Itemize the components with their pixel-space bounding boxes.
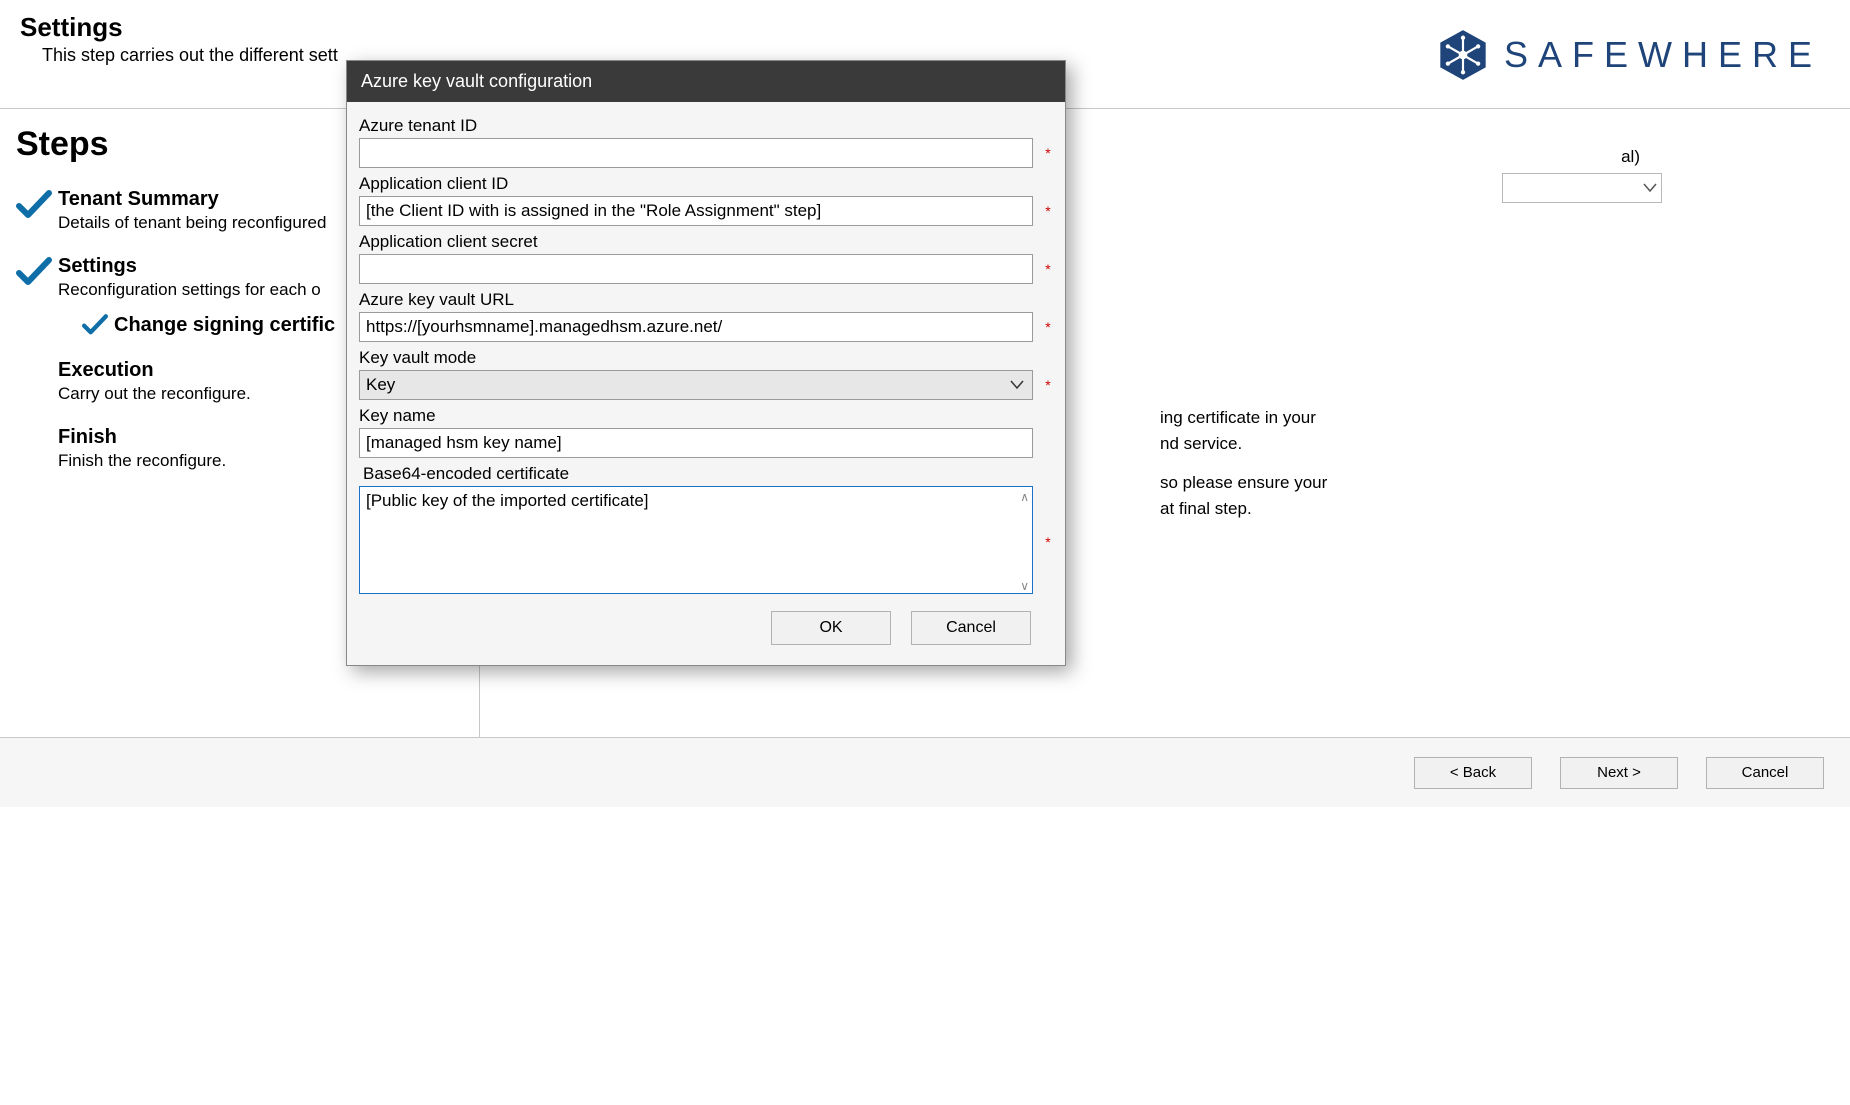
input-vault-url[interactable] [359, 312, 1033, 342]
label-vault-mode: Key vault mode [359, 348, 1053, 368]
required-icon: * [1043, 145, 1053, 161]
info-text: ing certificate in your nd service. so pl… [1160, 405, 1822, 535]
safewhere-icon [1436, 28, 1490, 82]
checkmark-icon [16, 257, 52, 290]
chevron-down-icon [1010, 378, 1024, 393]
scroll-up-icon[interactable]: ∧ [1020, 490, 1029, 504]
select-vault-mode-value: Key [366, 375, 395, 395]
input-client-id[interactable] [359, 196, 1033, 226]
cancel-button[interactable]: Cancel [1706, 757, 1824, 789]
label-vault-url: Azure key vault URL [359, 290, 1053, 310]
required-icon: * [1043, 261, 1053, 277]
field-label-fragment: al) [1621, 147, 1640, 167]
info-fragment: ing certificate in your [1160, 408, 1316, 427]
next-button[interactable]: Next > [1560, 757, 1678, 789]
checkmark-icon [82, 314, 108, 339]
info-fragment: at final step. [1160, 499, 1252, 518]
label-client-id: Application client ID [359, 174, 1053, 194]
dialog-cancel-button[interactable]: Cancel [911, 611, 1031, 645]
dialog-body: Azure tenant ID * Application client ID … [347, 102, 1065, 665]
brand-logo: SAFEWHERE [1436, 28, 1822, 82]
info-fragment: so please ensure your [1160, 473, 1327, 492]
required-icon: * [1043, 534, 1053, 550]
scroll-down-icon[interactable]: ∨ [1020, 579, 1029, 593]
label-b64-cert: Base64-encoded certificate [363, 464, 1053, 484]
input-client-secret[interactable] [359, 254, 1033, 284]
required-icon: * [1043, 377, 1053, 393]
textarea-b64-cert[interactable]: [Public key of the imported certificate] [359, 486, 1033, 594]
wizard-footer: < Back Next > Cancel [0, 737, 1850, 807]
checkmark-icon [16, 190, 52, 223]
label-key-name: Key name [359, 406, 1053, 426]
info-fragment: nd service. [1160, 434, 1242, 453]
required-icon: * [1043, 319, 1053, 335]
background-dropdown[interactable] [1502, 173, 1662, 203]
select-vault-mode[interactable]: Key [359, 370, 1033, 400]
chevron-down-icon [1643, 181, 1657, 196]
dialog-title: Azure key vault configuration [347, 61, 1065, 102]
input-key-name[interactable] [359, 428, 1033, 458]
ok-button[interactable]: OK [771, 611, 891, 645]
substep-title: Change signing certific [114, 314, 335, 336]
azure-key-vault-dialog: Azure key vault configuration Azure tena… [346, 60, 1066, 666]
back-button[interactable]: < Back [1414, 757, 1532, 789]
required-icon: * [1043, 203, 1053, 219]
brand-name: SAFEWHERE [1504, 34, 1822, 76]
label-client-secret: Application client secret [359, 232, 1053, 252]
label-tenant-id: Azure tenant ID [359, 116, 1053, 136]
input-tenant-id[interactable] [359, 138, 1033, 168]
